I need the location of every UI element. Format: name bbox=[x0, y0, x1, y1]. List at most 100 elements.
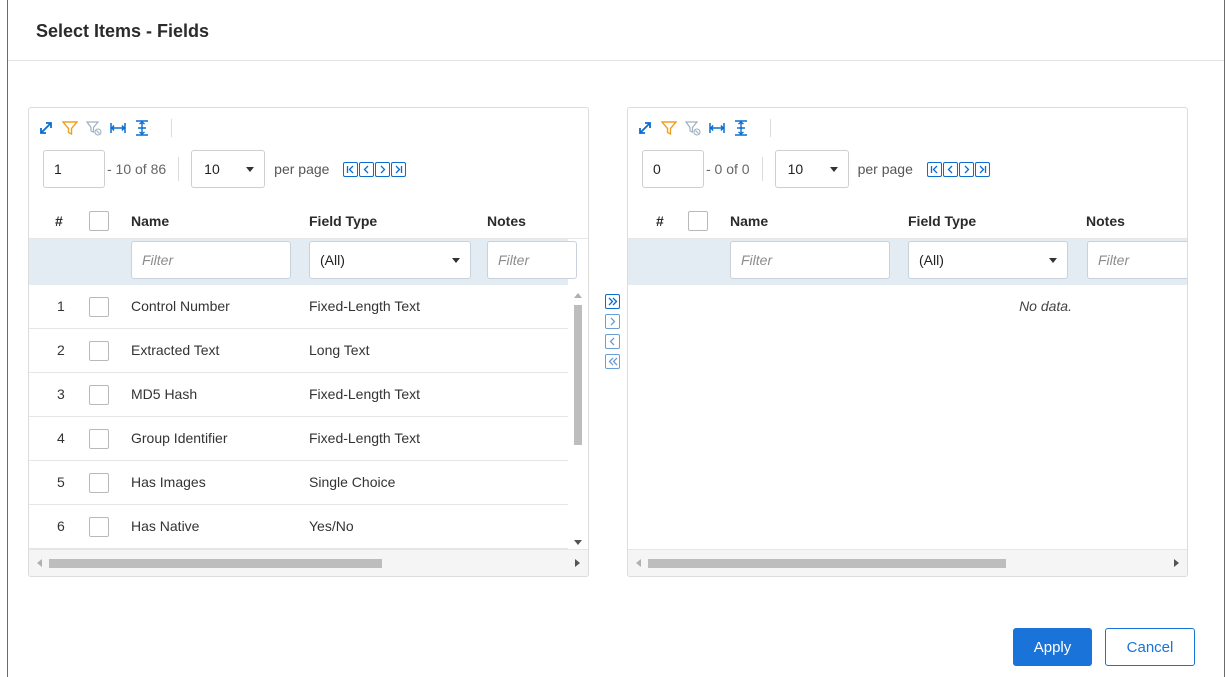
name-filter-input[interactable]: Filter bbox=[131, 241, 291, 279]
per-page-label: per page bbox=[857, 161, 913, 177]
table-row[interactable]: 3 MD5 Hash Fixed-Length Text bbox=[29, 373, 568, 417]
expand-icon[interactable] bbox=[636, 119, 654, 137]
transfer-buttons bbox=[605, 294, 621, 369]
last-page-icon[interactable] bbox=[974, 161, 990, 177]
toolbar-divider bbox=[770, 119, 771, 137]
grid-toolbar bbox=[636, 116, 771, 140]
page-number-input[interactable]: 1 bbox=[43, 150, 105, 188]
scroll-thumb[interactable] bbox=[574, 305, 582, 445]
page-size-select[interactable]: 10 bbox=[774, 150, 849, 188]
field-type: Long Text bbox=[309, 342, 370, 358]
field-name: MD5 Hash bbox=[131, 386, 198, 402]
clear-filter-icon[interactable] bbox=[684, 119, 702, 137]
filter-icon[interactable] bbox=[660, 119, 678, 137]
row-number: 6 bbox=[57, 518, 65, 534]
filter-row: Filter (All) Filter bbox=[628, 239, 1187, 285]
row-number: 1 bbox=[57, 298, 65, 314]
move-right-icon[interactable] bbox=[605, 314, 620, 329]
chevron-down-icon bbox=[452, 257, 460, 263]
clear-filter-icon[interactable] bbox=[85, 119, 103, 137]
page-number-input[interactable]: 0 bbox=[642, 150, 704, 188]
row-height-icon[interactable] bbox=[133, 119, 151, 137]
first-page-icon[interactable] bbox=[343, 161, 359, 177]
column-header-field-type[interactable]: Field Type bbox=[908, 213, 976, 229]
pager-divider bbox=[761, 157, 763, 181]
apply-button[interactable]: Apply bbox=[1013, 628, 1092, 666]
empty-grid-message: No data. bbox=[1019, 298, 1072, 314]
scroll-right-icon[interactable] bbox=[575, 559, 580, 567]
field-type-filter-value: (All) bbox=[919, 252, 944, 268]
table-row[interactable]: 6 Has Native Yes/No bbox=[29, 505, 568, 549]
column-header-notes[interactable]: Notes bbox=[487, 213, 526, 229]
horizontal-scrollbar[interactable] bbox=[628, 549, 1187, 576]
page-size-value: 10 bbox=[204, 161, 220, 177]
table-row[interactable]: 2 Extracted Text Long Text bbox=[29, 329, 568, 373]
row-checkbox[interactable] bbox=[89, 429, 109, 449]
field-type: Yes/No bbox=[309, 518, 354, 534]
row-height-icon[interactable] bbox=[732, 119, 750, 137]
page-size-select[interactable]: 10 bbox=[191, 150, 266, 188]
move-all-right-icon[interactable] bbox=[605, 294, 620, 309]
move-left-icon[interactable] bbox=[605, 334, 620, 349]
name-filter-input[interactable]: Filter bbox=[730, 241, 890, 279]
pager-divider bbox=[178, 157, 180, 181]
table-row[interactable]: 1 Control Number Fixed-Length Text bbox=[29, 285, 568, 329]
scroll-thumb[interactable] bbox=[49, 559, 382, 568]
field-name: Has Images bbox=[131, 474, 206, 490]
field-type: Fixed-Length Text bbox=[309, 298, 421, 314]
select-all-checkbox[interactable] bbox=[688, 211, 708, 231]
field-type-filter-select[interactable]: (All) bbox=[309, 241, 471, 279]
fit-columns-icon[interactable] bbox=[109, 119, 127, 137]
scroll-left-icon[interactable] bbox=[37, 559, 42, 567]
next-page-icon[interactable] bbox=[958, 161, 974, 177]
prev-page-icon[interactable] bbox=[942, 161, 958, 177]
notes-filter-input[interactable]: Filter bbox=[487, 241, 577, 279]
grid-body: 1 Control Number Fixed-Length Text 2 Ext… bbox=[29, 285, 568, 549]
expand-icon[interactable] bbox=[37, 119, 55, 137]
title-divider bbox=[8, 60, 1224, 61]
field-type-filter-value: (All) bbox=[320, 252, 345, 268]
row-number: 2 bbox=[57, 342, 65, 358]
column-header-notes[interactable]: Notes bbox=[1086, 213, 1125, 229]
last-page-icon[interactable] bbox=[391, 161, 407, 177]
prev-page-icon[interactable] bbox=[359, 161, 375, 177]
selected-fields-panel: 0 - 0 of 0 10 per page # Name Field Type… bbox=[627, 107, 1188, 577]
field-type-filter-select[interactable]: (All) bbox=[908, 241, 1068, 279]
row-checkbox[interactable] bbox=[89, 385, 109, 405]
filter-icon[interactable] bbox=[61, 119, 79, 137]
table-row[interactable]: 5 Has Images Single Choice bbox=[29, 461, 568, 505]
row-number: 4 bbox=[57, 430, 65, 446]
scroll-right-icon[interactable] bbox=[1174, 559, 1179, 567]
first-page-icon[interactable] bbox=[926, 161, 942, 177]
field-name: Has Native bbox=[131, 518, 200, 534]
column-header-number: # bbox=[55, 213, 63, 229]
column-header-name[interactable]: Name bbox=[131, 213, 169, 229]
select-all-checkbox[interactable] bbox=[89, 211, 109, 231]
chevron-down-icon bbox=[246, 166, 255, 172]
notes-filter-input[interactable]: Filter bbox=[1087, 241, 1187, 279]
field-type: Fixed-Length Text bbox=[309, 430, 421, 446]
row-checkbox[interactable] bbox=[89, 473, 109, 493]
table-row[interactable]: 4 Group Identifier Fixed-Length Text bbox=[29, 417, 568, 461]
scroll-up-icon[interactable] bbox=[574, 293, 582, 298]
filter-row: Filter (All) Filter bbox=[29, 239, 577, 285]
pager: 1 - 10 of 86 10 per page bbox=[43, 150, 407, 188]
vertical-scrollbar[interactable] bbox=[568, 285, 588, 549]
field-name: Group Identifier bbox=[131, 430, 228, 446]
row-checkbox[interactable] bbox=[89, 297, 109, 317]
scroll-down-icon[interactable] bbox=[574, 540, 582, 545]
page-navigation bbox=[343, 161, 407, 177]
row-checkbox[interactable] bbox=[89, 517, 109, 537]
next-page-icon[interactable] bbox=[375, 161, 391, 177]
page-range-text: - 10 of 86 bbox=[107, 161, 167, 177]
cancel-button[interactable]: Cancel bbox=[1105, 628, 1195, 666]
move-all-left-icon[interactable] bbox=[605, 354, 620, 369]
row-checkbox[interactable] bbox=[89, 341, 109, 361]
column-header-field-type[interactable]: Field Type bbox=[309, 213, 377, 229]
dialog-title: Select Items - Fields bbox=[36, 21, 210, 41]
scroll-thumb[interactable] bbox=[648, 559, 1006, 568]
column-header-name[interactable]: Name bbox=[730, 213, 768, 229]
scroll-left-icon[interactable] bbox=[636, 559, 641, 567]
fit-columns-icon[interactable] bbox=[708, 119, 726, 137]
horizontal-scrollbar[interactable] bbox=[29, 549, 588, 576]
